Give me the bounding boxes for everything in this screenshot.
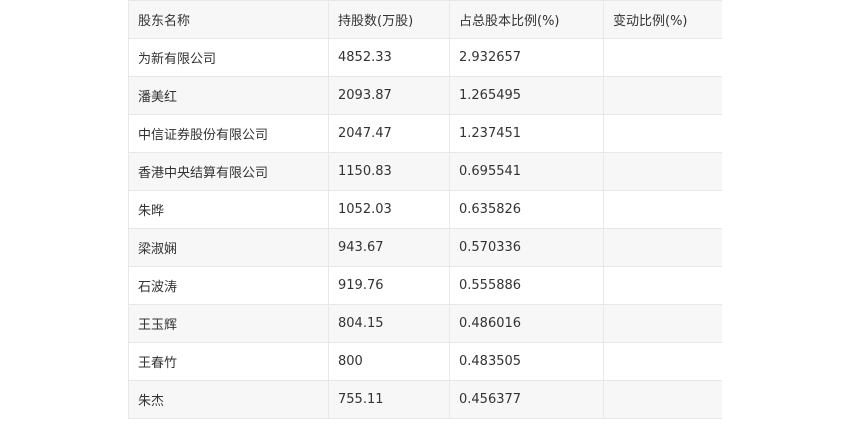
table-row: 王玉辉 804.15 0.486016 — [128, 304, 722, 343]
shareholders-table: 股东名称 持股数(万股) 占总股本比例(%) 变动比例(%) 为新有限公司 48… — [128, 0, 722, 419]
cell-change — [603, 304, 722, 343]
cell-change — [603, 76, 722, 115]
shareholders-table-container: 股东名称 持股数(万股) 占总股本比例(%) 变动比例(%) 为新有限公司 48… — [128, 0, 722, 430]
cell-change — [603, 228, 722, 267]
table-row: 潘美红 2093.87 1.265495 — [128, 76, 722, 115]
cell-shares: 4852.33 — [328, 38, 450, 77]
cell-holder-name: 香港中央结算有限公司 — [128, 152, 329, 191]
cell-ratio: 2.932657 — [449, 38, 604, 77]
table-row: 为新有限公司 4852.33 2.932657 — [128, 38, 722, 77]
table-row: 王春竹 800 0.483505 — [128, 342, 722, 381]
cell-change — [603, 38, 722, 77]
cell-ratio: 0.635826 — [449, 190, 604, 229]
cell-holder-name: 中信证券股份有限公司 — [128, 114, 329, 153]
cell-ratio: 0.483505 — [449, 342, 604, 381]
cell-change — [603, 114, 722, 153]
cell-shares: 1150.83 — [328, 152, 450, 191]
cell-ratio: 0.555886 — [449, 266, 604, 305]
table-row: 香港中央结算有限公司 1150.83 0.695541 — [128, 152, 722, 191]
cell-shares: 2093.87 — [328, 76, 450, 115]
cell-shares: 1052.03 — [328, 190, 450, 229]
cell-change — [603, 266, 722, 305]
cell-holder-name: 王春竹 — [128, 342, 329, 381]
cell-holder-name: 朱杰 — [128, 380, 329, 419]
cell-ratio: 0.570336 — [449, 228, 604, 267]
cell-shares: 919.76 — [328, 266, 450, 305]
cell-ratio: 0.486016 — [449, 304, 604, 343]
cell-change — [603, 342, 722, 381]
cell-holder-name: 潘美红 — [128, 76, 329, 115]
table-header-row: 股东名称 持股数(万股) 占总股本比例(%) 变动比例(%) — [128, 0, 722, 39]
cell-holder-name: 朱晔 — [128, 190, 329, 229]
cell-shares: 2047.47 — [328, 114, 450, 153]
cell-ratio: 1.237451 — [449, 114, 604, 153]
table-row: 朱晔 1052.03 0.635826 — [128, 190, 722, 229]
table-row: 朱杰 755.11 0.456377 — [128, 380, 722, 419]
cell-holder-name: 王玉辉 — [128, 304, 329, 343]
cell-shares: 804.15 — [328, 304, 450, 343]
table-row: 中信证券股份有限公司 2047.47 1.237451 — [128, 114, 722, 153]
cell-change — [603, 152, 722, 191]
cell-shares: 800 — [328, 342, 450, 381]
cell-change — [603, 380, 722, 419]
table-row: 石波涛 919.76 0.555886 — [128, 266, 722, 305]
cell-holder-name: 为新有限公司 — [128, 38, 329, 77]
cell-ratio: 0.695541 — [449, 152, 604, 191]
cell-change — [603, 190, 722, 229]
cell-holder-name: 梁淑娴 — [128, 228, 329, 267]
header-change: 变动比例(%) — [603, 0, 722, 39]
cell-shares: 755.11 — [328, 380, 450, 419]
header-holder-name: 股东名称 — [128, 0, 329, 39]
cell-ratio: 1.265495 — [449, 76, 604, 115]
table-row: 梁淑娴 943.67 0.570336 — [128, 228, 722, 267]
header-shares: 持股数(万股) — [328, 0, 450, 39]
cell-ratio: 0.456377 — [449, 380, 604, 419]
header-ratio: 占总股本比例(%) — [449, 0, 604, 39]
cell-holder-name: 石波涛 — [128, 266, 329, 305]
cell-shares: 943.67 — [328, 228, 450, 267]
